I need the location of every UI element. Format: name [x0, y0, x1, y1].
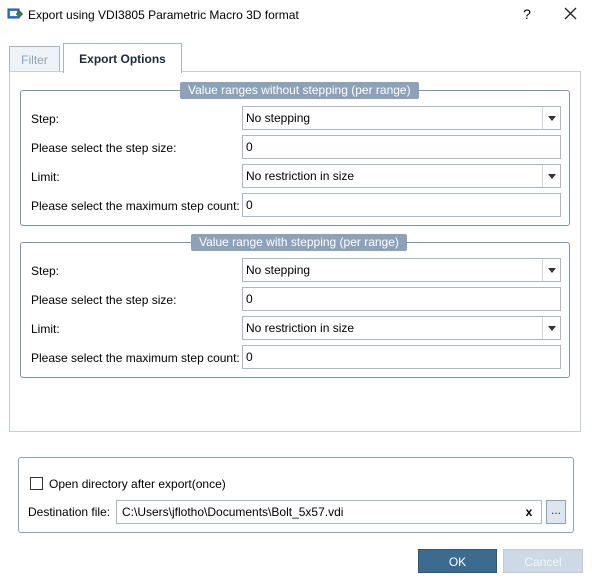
tab-export-options[interactable]: Export Options: [63, 43, 182, 73]
step-size-input[interactable]: 0: [242, 135, 561, 159]
limit-label: Limit:: [31, 322, 60, 336]
open-directory-checkbox[interactable]: [30, 477, 43, 490]
help-button[interactable]: ?: [519, 6, 535, 24]
limit-select-value: No restriction in size: [246, 321, 355, 335]
window-title: Export using VDI3805 Parametric Macro 3D…: [28, 8, 299, 22]
group-with-stepping: Value range with stepping (per range) St…: [20, 234, 570, 378]
max-step-count-label: Please select the maximum step count:: [31, 199, 240, 213]
step-label: Step:: [31, 264, 60, 278]
limit-label: Limit:: [31, 170, 60, 184]
step-size-label: Please select the step size:: [31, 141, 177, 155]
max-step-count-label: Please select the maximum step count:: [31, 351, 240, 365]
max-step-count-input[interactable]: 0: [242, 345, 561, 369]
step-size-label: Please select the step size:: [31, 293, 177, 307]
group-with-stepping-title: Value range with stepping (per range): [191, 234, 407, 251]
step-label: Step:: [31, 112, 60, 126]
chevron-down-icon[interactable]: [542, 107, 560, 129]
destination-file-value: C:\Users\jflotho\Documents\Bolt_5x57.vdi: [122, 505, 344, 519]
group-without-stepping: Value ranges without stepping (per range…: [20, 82, 570, 226]
export-options-box: Open directory after export(once) Destin…: [18, 457, 574, 533]
step-size-input[interactable]: 0: [242, 287, 561, 311]
ok-button[interactable]: OK: [418, 549, 497, 573]
cancel-button[interactable]: Cancel: [503, 549, 583, 573]
export-app-icon: [7, 8, 23, 19]
step-select-value: No stepping: [246, 111, 311, 125]
open-directory-label[interactable]: Open directory after export(once): [49, 477, 226, 491]
tab-export-options-label: Export Options: [79, 52, 166, 66]
step-select[interactable]: No stepping: [242, 258, 561, 282]
step-select-value: No stepping: [246, 263, 311, 277]
chevron-down-icon[interactable]: [542, 165, 560, 187]
title-bar: Export using VDI3805 Parametric Macro 3D…: [0, 0, 592, 30]
group-without-stepping-title: Value ranges without stepping (per range…: [180, 82, 419, 99]
limit-select-value: No restriction in size: [246, 169, 355, 183]
limit-select[interactable]: No restriction in size: [242, 316, 561, 340]
clear-icon[interactable]: x: [523, 505, 535, 519]
chevron-down-icon[interactable]: [542, 259, 560, 281]
chevron-down-icon[interactable]: [542, 317, 560, 339]
limit-select[interactable]: No restriction in size: [242, 164, 561, 188]
max-step-count-input[interactable]: 0: [242, 193, 561, 217]
step-select[interactable]: No stepping: [242, 106, 561, 130]
destination-file-label: Destination file:: [28, 505, 111, 519]
tab-filter-label: Filter: [21, 53, 48, 67]
close-icon[interactable]: [561, 4, 581, 24]
destination-file-input[interactable]: C:\Users\jflotho\Documents\Bolt_5x57.vdi…: [116, 500, 542, 524]
tab-filter[interactable]: Filter: [9, 46, 60, 72]
browse-button[interactable]: ...: [546, 500, 566, 524]
